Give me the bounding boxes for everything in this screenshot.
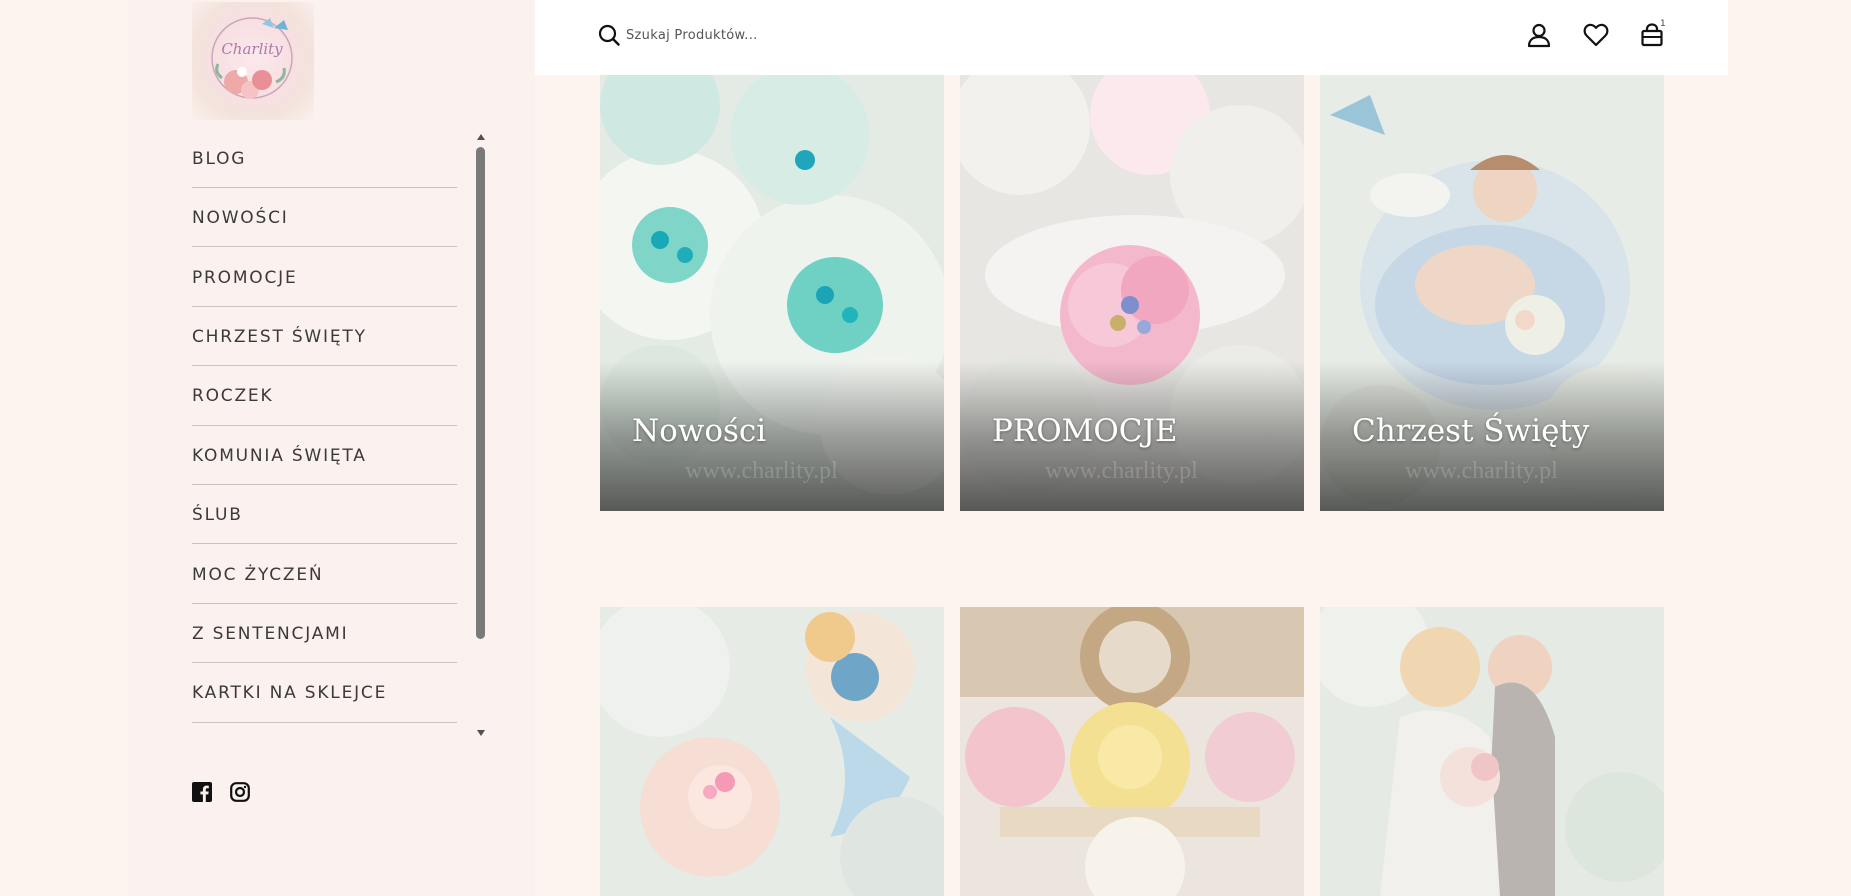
facebook-icon[interactable] (192, 782, 212, 802)
nav-item-label: ROCZEK (192, 386, 274, 407)
category-nav-list: BLOG NOWOŚCI PROMOCJE CHRZEST ŚWIĘTY ROC… (192, 128, 457, 723)
shop-logo[interactable]: Charlity (192, 2, 314, 120)
category-tile-slub[interactable] (1320, 607, 1664, 896)
category-image (600, 607, 944, 896)
instagram-icon[interactable] (230, 782, 250, 802)
category-title: Chrzest Święty (1352, 413, 1590, 449)
nav-item-komunia-swieta[interactable]: KOMUNIA ŚWIĘTA (192, 426, 457, 485)
nav-item-nowosci[interactable]: NOWOŚCI (192, 188, 457, 248)
account-icon[interactable] (1526, 22, 1552, 48)
nav-item-kartki-na-sklejce[interactable]: KARTKI NA SKLEJCE (192, 663, 457, 723)
nav-item-promocje[interactable]: PROMOCJE (192, 247, 457, 307)
nav-item-label: Z SENTENCJAMI (192, 623, 349, 644)
nav-item-label: PROMOCJE (192, 267, 298, 288)
category-tile-roczek[interactable] (600, 607, 944, 896)
category-nav: BLOG NOWOŚCI PROMOCJE CHRZEST ŚWIĘTY ROC… (192, 128, 488, 738)
nav-item-label: ŚLUB (192, 505, 243, 526)
category-tile-nowosci[interactable]: Nowości www.charlity.pl (600, 75, 944, 511)
scroll-up-arrow-icon[interactable] (477, 134, 485, 140)
nav-item-chrzest-swiety[interactable]: CHRZEST ŚWIĘTY (192, 307, 457, 367)
category-title: PROMOCJE (992, 413, 1178, 449)
nav-item-label: MOC ŻYCZEŃ (192, 564, 324, 585)
nav-item-label: NOWOŚCI (192, 208, 289, 229)
category-tile-promocje[interactable]: PROMOCJE www.charlity.pl (960, 75, 1304, 511)
category-title: Nowości (632, 413, 767, 449)
category-image (960, 607, 1304, 896)
scrollbar-thumb[interactable] (476, 147, 485, 639)
watermark-text: www.charlity.pl (1405, 458, 1558, 484)
watermark-text: www.charlity.pl (1045, 458, 1198, 484)
search-icon[interactable] (598, 24, 620, 46)
logo-text: Charlity (221, 40, 283, 58)
nav-item-label: KARTKI NA SKLEJCE (192, 683, 388, 704)
nav-item-z-sentencjami[interactable]: Z SENTENCJAMI (192, 604, 457, 664)
nav-item-label: KOMUNIA ŚWIĘTA (192, 445, 367, 466)
nav-scrollbar[interactable] (474, 130, 488, 738)
logo-image: Charlity (211, 17, 293, 99)
scroll-down-arrow-icon[interactable] (477, 730, 485, 736)
nav-item-moc-zyczen[interactable]: MOC ŻYCZEŃ (192, 544, 457, 604)
social-links (192, 782, 250, 802)
nav-item-roczek[interactable]: ROCZEK (192, 366, 457, 426)
category-tile-komunia-swieta[interactable] (960, 607, 1304, 896)
category-image (1320, 607, 1664, 896)
nav-item-label: CHRZEST ŚWIĘTY (192, 326, 367, 347)
cart-count-badge: 1 (1660, 19, 1666, 29)
watermark-text: www.charlity.pl (685, 458, 838, 484)
category-tile-chrzest-swiety[interactable]: Chrzest Święty www.charlity.pl (1320, 75, 1664, 511)
nav-item-slub[interactable]: ŚLUB (192, 485, 457, 545)
wishlist-heart-icon[interactable] (1583, 22, 1609, 48)
nav-item-blog[interactable]: BLOG (192, 128, 457, 188)
nav-item-label: BLOG (192, 148, 247, 169)
search-input[interactable] (626, 22, 926, 48)
